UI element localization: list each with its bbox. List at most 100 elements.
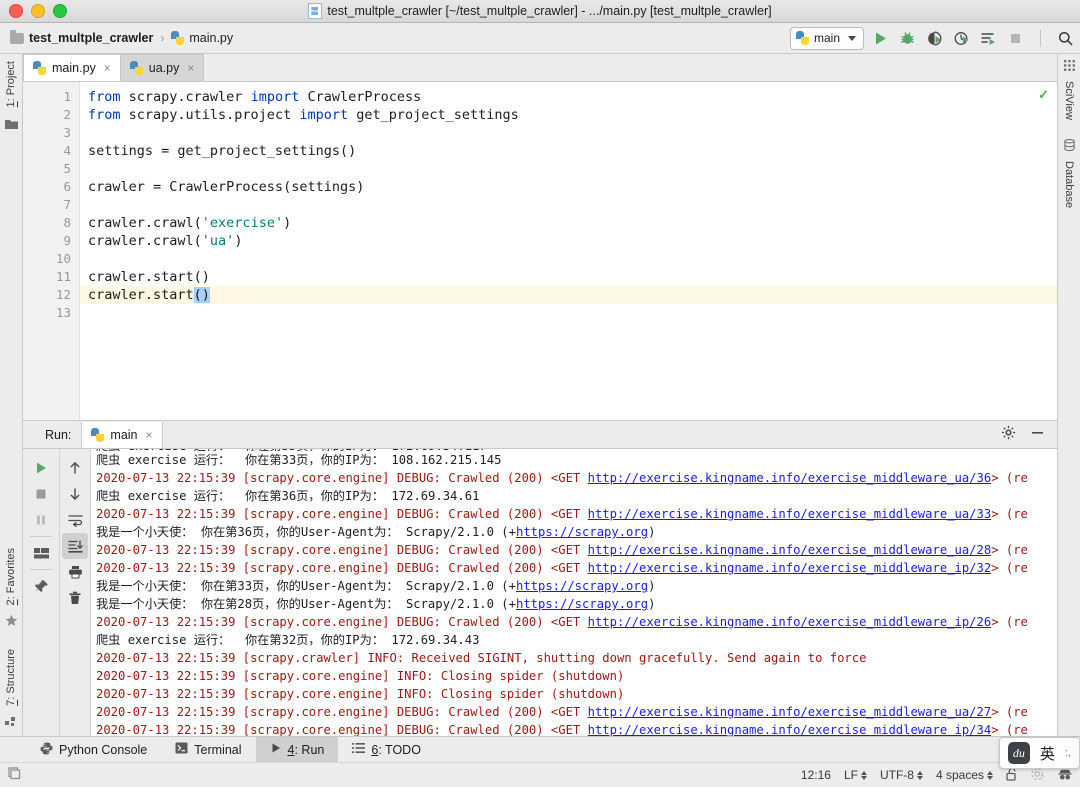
status-bar-right: 12:16 LF UTF-8 4 spaces ?: [801, 767, 1072, 784]
close-icon[interactable]: ×: [146, 428, 153, 442]
sidebar-item-favorites[interactable]: 2: Favorites: [5, 541, 17, 612]
layout-button[interactable]: [28, 540, 54, 566]
minimize-window-button[interactable]: [31, 4, 45, 18]
code-line[interactable]: crawler.crawl('exercise'): [80, 214, 1057, 232]
gear-question-icon[interactable]: ?: [1031, 767, 1045, 784]
breadcrumb-item-project[interactable]: test_multple_crawler: [10, 31, 153, 45]
pause-button[interactable]: [28, 507, 54, 533]
line-number[interactable]: 5: [23, 160, 79, 178]
bottom-button-todo[interactable]: 6: TODO: [338, 737, 435, 762]
console-link[interactable]: https://scrapy.org: [516, 597, 648, 611]
bottom-button-python-console[interactable]: Python Console: [26, 737, 161, 762]
code-line[interactable]: [80, 196, 1057, 214]
caret-position[interactable]: 12:16: [801, 768, 831, 782]
profile-button[interactable]: [953, 30, 970, 47]
code-line[interactable]: [80, 124, 1057, 142]
breadcrumb-item-file[interactable]: main.py: [171, 31, 233, 45]
sidebar-item-sciview[interactable]: SciView: [1063, 74, 1075, 127]
sidebar-item-project[interactable]: 1: Project: [5, 54, 17, 114]
ime-indicator-overlay[interactable]: du 英 :,: [999, 737, 1080, 769]
console-link[interactable]: http://exercise.kingname.info/exercise_m…: [588, 723, 992, 736]
code-line[interactable]: [80, 304, 1057, 322]
console-link[interactable]: http://exercise.kingname.info/exercise_m…: [588, 471, 992, 485]
rerun-button[interactable]: [28, 455, 54, 481]
unlocked-padlock-icon[interactable]: [1006, 767, 1018, 784]
console-link[interactable]: https://scrapy.org: [516, 579, 648, 593]
console-text: ): [648, 525, 655, 539]
python-file-icon: [308, 3, 322, 19]
close-window-button[interactable]: [9, 4, 23, 18]
inspection-status-icon[interactable]: ✓: [1038, 87, 1049, 103]
window-controls[interactable]: [0, 4, 67, 18]
debug-button[interactable]: [899, 30, 916, 47]
console-link[interactable]: http://exercise.kingname.info/exercise_m…: [588, 561, 992, 575]
editor-tab-ua-py[interactable]: ua.py ×: [121, 54, 205, 81]
console-link[interactable]: http://exercise.kingname.info/exercise_m…: [588, 507, 992, 521]
sidebar-item-database[interactable]: Database: [1063, 154, 1075, 215]
close-icon[interactable]: ×: [187, 61, 194, 75]
encoding-selector[interactable]: UTF-8: [880, 768, 923, 782]
line-number[interactable]: 6: [23, 178, 79, 196]
code-area[interactable]: from scrapy.crawler import CrawlerProces…: [80, 82, 1057, 420]
sidebar-item-structure[interactable]: 7: Structure: [5, 642, 17, 713]
line-number[interactable]: 7: [23, 196, 79, 214]
code-line[interactable]: crawler.crawl('ua'): [80, 232, 1057, 250]
up-stack-trace-button[interactable]: [62, 455, 88, 481]
line-number[interactable]: 10: [23, 250, 79, 268]
code-line[interactable]: from scrapy.utils.project import get_pro…: [80, 106, 1057, 124]
line-number[interactable]: 12: [23, 286, 79, 304]
line-number[interactable]: 8: [23, 214, 79, 232]
stop-button[interactable]: [1007, 30, 1024, 47]
line-number[interactable]: 3: [23, 124, 79, 142]
code-line[interactable]: crawler = CrawlerProcess(settings): [80, 178, 1057, 196]
editor-tab-main-py[interactable]: main.py ×: [23, 54, 121, 81]
line-number[interactable]: 13: [23, 304, 79, 322]
console-output[interactable]: 爬虫 exercise 运行： 你在第35页，你的IP为： 172.69.34.…: [91, 449, 1057, 736]
search-everywhere-button[interactable]: [1057, 30, 1074, 47]
run-tab-main[interactable]: main ×: [81, 422, 162, 448]
code-line[interactable]: from scrapy.crawler import CrawlerProces…: [80, 88, 1057, 106]
close-icon[interactable]: ×: [104, 61, 111, 75]
pin-tab-button[interactable]: [28, 573, 54, 599]
right-tool-strip: SciView Database: [1057, 54, 1080, 736]
soft-wrap-button[interactable]: [62, 507, 88, 533]
event-log-icon[interactable]: [8, 767, 22, 784]
bottom-button-terminal[interactable]: Terminal: [161, 737, 255, 762]
console-link[interactable]: http://exercise.kingname.info/exercise_m…: [588, 543, 992, 557]
line-number[interactable]: 9: [23, 232, 79, 250]
line-separator-selector[interactable]: LF: [844, 768, 867, 782]
line-number[interactable]: 4: [23, 142, 79, 160]
code-token: ): [283, 215, 291, 231]
line-number-gutter[interactable]: 12345678910111213: [23, 82, 80, 420]
maximize-window-button[interactable]: [53, 4, 67, 18]
run-coverage-button[interactable]: [926, 30, 943, 47]
indent-selector[interactable]: 4 spaces: [936, 768, 993, 782]
console-link[interactable]: http://exercise.kingname.info/exercise_m…: [588, 615, 992, 629]
code-line[interactable]: settings = get_project_settings(): [80, 142, 1057, 160]
console-link[interactable]: http://exercise.kingname.info/exercise_m…: [588, 705, 992, 719]
detective-icon[interactable]: [1058, 767, 1072, 784]
line-number[interactable]: 1: [23, 88, 79, 106]
code-line[interactable]: crawler.start(): [80, 268, 1057, 286]
settings-gear-icon[interactable]: [1001, 425, 1016, 445]
ime-punctuation-label[interactable]: :,: [1065, 748, 1071, 759]
code-editor[interactable]: 12345678910111213 from scrapy.crawler im…: [23, 82, 1057, 420]
print-button[interactable]: [62, 559, 88, 585]
scroll-to-end-button[interactable]: [62, 533, 88, 559]
code-line[interactable]: [80, 160, 1057, 178]
run-configuration-selector[interactable]: main: [790, 27, 864, 50]
console-link[interactable]: https://scrapy.org: [516, 525, 648, 539]
stop-button[interactable]: [28, 481, 54, 507]
code-line[interactable]: crawler.start(): [80, 286, 1057, 304]
clear-all-button[interactable]: [62, 585, 88, 611]
down-stack-trace-button[interactable]: [62, 481, 88, 507]
code-line[interactable]: [80, 250, 1057, 268]
list-icon: [352, 742, 365, 757]
run-button[interactable]: [872, 30, 889, 47]
line-number[interactable]: 11: [23, 268, 79, 286]
ime-language-label[interactable]: 英: [1040, 743, 1055, 764]
line-number[interactable]: 2: [23, 106, 79, 124]
bottom-button-run[interactable]: 4: Run: [256, 737, 339, 762]
run-with-params-button[interactable]: [980, 30, 997, 47]
hide-panel-button[interactable]: [1030, 425, 1045, 445]
